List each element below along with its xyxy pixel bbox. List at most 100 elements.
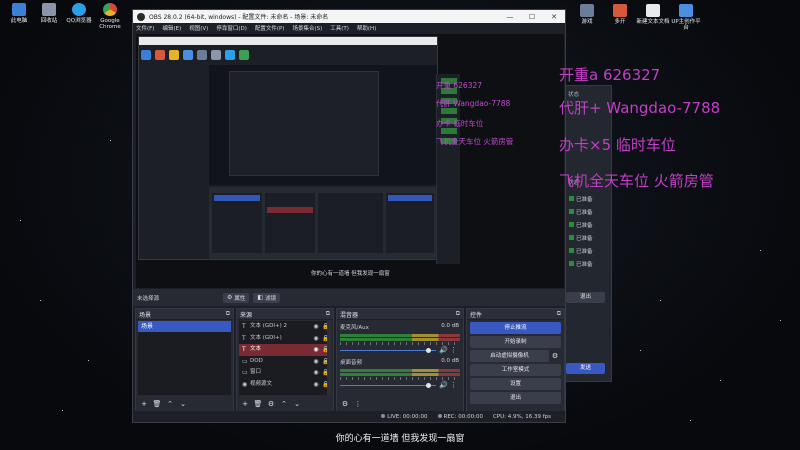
obs-window: OBS 28.0.2 (64-bit, windows) - 配置文件: 未命名… (132, 9, 566, 423)
maximize-button[interactable]: ☐ (521, 13, 543, 21)
mixer-settings-icon[interactable]: ⚙ (340, 399, 350, 409)
control-button[interactable]: 设置 (470, 378, 561, 390)
desktop-icon-game[interactable]: 游戏 (570, 4, 604, 25)
visibility-eye-icon[interactable]: ◉ (311, 344, 321, 356)
volume-slider[interactable]: 🔊 ⋮ (340, 346, 460, 354)
side-panel-send-button[interactable]: 发送 (566, 363, 605, 374)
control-button[interactable]: 开始录制 (470, 336, 561, 348)
mixer-more-icon[interactable]: ⋮ (353, 399, 363, 409)
side-panel-item[interactable]: 已准备 (560, 231, 611, 244)
slider-handle[interactable] (426, 348, 431, 353)
side-panel-item[interactable]: 已准备 (560, 218, 611, 231)
desktop-icon-chrome[interactable]: Google Chrome (93, 3, 127, 30)
close-button[interactable]: ✕ (543, 13, 565, 21)
sources-title: 来源 (240, 311, 253, 319)
source-list-scrollbar[interactable] (327, 321, 331, 395)
scene-list: 场景 (138, 321, 231, 395)
overlay-line-3: 办卡×5 临时车位 (559, 136, 676, 154)
obs-app-icon (137, 12, 145, 21)
source-item[interactable]: ▭ 窗口 ◉ 🔒 (239, 367, 331, 379)
ready-indicator-icon (569, 196, 574, 201)
mixer-title: 混音器 (340, 311, 359, 319)
nested-overlay-line-3: 办卡 临时车位 (436, 119, 484, 128)
move-down-button[interactable]: ⌄ (178, 399, 188, 409)
desktop-icon-multi[interactable]: 多开 (603, 4, 637, 25)
visibility-eye-icon[interactable]: ◉ (311, 379, 321, 391)
control-button[interactable]: 启动虚拟摄像机 (470, 350, 549, 362)
menu-item[interactable]: 工具(T) (330, 24, 349, 32)
scenes-dock: 场景 ⧉ 场景 + 🗑 ⌃ ⌄ (135, 308, 234, 412)
filters-button[interactable]: ◧ 滤镜 (253, 292, 281, 303)
desktop-icon-qq-browser[interactable]: QQ浏览器 (62, 3, 96, 24)
visibility-eye-icon[interactable]: ◉ (311, 356, 321, 368)
overlay-line-1: 开重a 626327 (559, 66, 661, 84)
source-label: 视频源文 (250, 380, 273, 387)
move-up-button[interactable]: ⌃ (279, 399, 289, 409)
menu-item[interactable]: 停靠窗口(D) (216, 24, 247, 32)
dock-popout-icon[interactable]: ⧉ (226, 310, 230, 318)
source-item[interactable]: T 文本 (GDI+) 2 ◉ 🔒 (239, 321, 331, 333)
source-item[interactable]: ◉ 视频源文 ◉ 🔒 (239, 379, 331, 391)
control-button[interactable]: 停止推流 (470, 322, 561, 334)
source-label: DOD (250, 357, 263, 364)
menu-item[interactable]: 编辑(E) (162, 24, 181, 32)
desktop-icon-recycle-bin[interactable]: 回收站 (32, 3, 66, 24)
remove-scene-button[interactable]: 🗑 (152, 399, 162, 409)
move-down-button[interactable]: ⌄ (292, 399, 302, 409)
move-up-button[interactable]: ⌃ (165, 399, 175, 409)
side-panel-exit-button[interactable]: 退出 (566, 292, 605, 303)
add-scene-button[interactable]: + (139, 399, 149, 409)
menu-item[interactable]: 配置文件(P) (255, 24, 285, 32)
virtual-camera-settings-icon[interactable]: ⚙ (549, 352, 561, 360)
desktop-icon-text-doc[interactable]: 新建文本文档 (636, 4, 670, 25)
minimize-button[interactable]: — (499, 13, 521, 21)
speaker-icon[interactable]: 🔊 (439, 346, 448, 354)
side-panel-item[interactable]: 已准备 (560, 205, 611, 218)
control-button[interactable]: 工作室模式 (470, 364, 561, 376)
preview-canvas[interactable]: 开重 626327 代肝 Wangdao-7788 办卡 临时车位 飞机全天车位… (136, 34, 564, 288)
text-icon: T (242, 346, 246, 353)
mixer-channel: 桌面音频 0.0 dB 🔊 ⋮ (337, 356, 463, 391)
live-dot-icon (381, 413, 386, 418)
properties-button[interactable]: ⚙ 属性 (223, 292, 250, 303)
menu-item[interactable]: 场景集合(S) (292, 24, 322, 32)
remove-source-button[interactable]: 🗑 (253, 399, 263, 409)
slider-handle[interactable] (426, 383, 431, 388)
control-button[interactable]: 退出 (470, 392, 561, 404)
source-item[interactable]: ▭ DOD ◉ 🔒 (239, 356, 331, 368)
visibility-eye-icon[interactable]: ◉ (311, 333, 321, 345)
scene-item[interactable]: 场景 (138, 321, 231, 332)
preview-caption: 你的心有一道墙 但我发现一扇窗 (311, 271, 390, 277)
dock-popout-icon[interactable]: ⧉ (326, 310, 330, 318)
dock-popout-icon[interactable]: ⧉ (557, 310, 561, 318)
visibility-eye-icon[interactable]: ◉ (311, 321, 321, 333)
sources-dock: 来源 ⧉ T 文本 (GDI+) 2 ◉ 🔒 T 文本 (GDI+) ◉ 🔒 T 文本 ◉ 🔒 ▭ DOD ◉… (236, 308, 334, 412)
desktop-icon-up-platform[interactable]: UP主创作平台 (669, 4, 703, 31)
title-bar[interactable]: OBS 28.0.2 (64-bit, windows) - 配置文件: 未命名… (133, 10, 565, 23)
filter-icon: ◧ (257, 294, 264, 301)
visibility-eye-icon[interactable]: ◉ (311, 367, 321, 379)
side-panel-item[interactable]: 已准备 (560, 192, 611, 205)
nested-overlay-line-1: 开重 626327 (436, 81, 483, 90)
menu-item[interactable]: 帮助(H) (357, 24, 376, 32)
source-item[interactable]: T 文本 (GDI+) ◉ 🔒 (239, 333, 331, 345)
side-panel-item[interactable]: 已准备 (560, 257, 611, 270)
menu-item[interactable]: 文件(F) (136, 24, 154, 32)
nested-obs-preview (138, 36, 438, 260)
ready-indicator-icon (569, 209, 574, 214)
more-options-icon[interactable]: ⋮ (450, 346, 457, 354)
source-item[interactable]: T 文本 ◉ 🔒 (239, 344, 331, 356)
status-bar: LIVE: 00:00:00 REC: 00:00:00 CPU: 4.9%, … (133, 411, 565, 422)
speaker-icon[interactable]: 🔊 (439, 381, 448, 389)
desktop-icon-computer[interactable]: 此电脑 (2, 3, 36, 24)
more-options-icon[interactable]: ⋮ (450, 381, 457, 389)
menu-item[interactable]: 视图(V) (189, 24, 208, 32)
chrome-icon (103, 3, 117, 16)
cpu-status: CPU: 4.9%, 16.39 fps (492, 413, 551, 420)
add-source-button[interactable]: + (240, 399, 250, 409)
source-label: 文本 (250, 346, 262, 352)
source-settings-button[interactable]: ⚙ (266, 399, 276, 409)
volume-slider[interactable]: 🔊 ⋮ (340, 381, 460, 389)
dock-popout-icon[interactable]: ⧉ (456, 310, 460, 318)
side-panel-item[interactable]: 已准备 (560, 244, 611, 257)
